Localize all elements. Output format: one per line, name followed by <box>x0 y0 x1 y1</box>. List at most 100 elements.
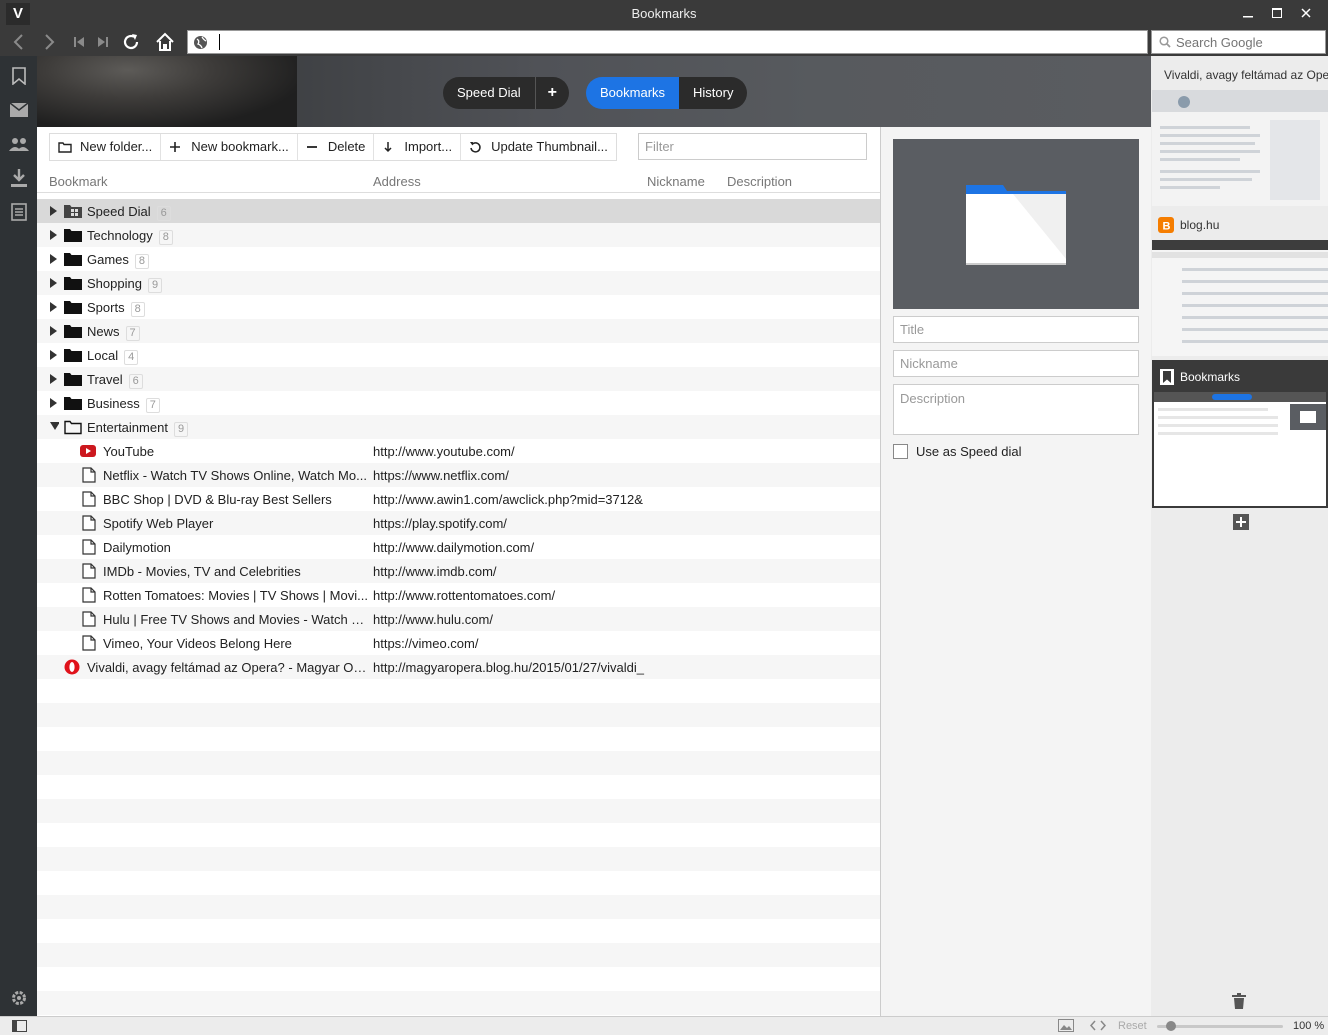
folder-row-shopping[interactable]: Shopping 9 <box>37 271 880 295</box>
zoom-reset-button[interactable]: Reset <box>1118 1020 1147 1032</box>
empty-row <box>37 775 880 799</box>
address-bar[interactable] <box>187 30 1148 54</box>
tab-vivaldi-opera[interactable]: Vivaldi, avagy feltámad az Opera? <box>1152 60 1328 206</box>
title-input[interactable] <box>894 317 1138 342</box>
bookmark-row[interactable]: Rotten Tomatoes: Movies | TV Shows | Mov… <box>37 583 880 607</box>
bookmark-name: Vimeo, Your Videos Belong Here <box>103 636 292 651</box>
empty-row <box>37 943 880 967</box>
speed-dial-checkbox[interactable] <box>893 444 908 459</box>
maximize-button[interactable] <box>1262 3 1291 23</box>
back-button[interactable] <box>6 28 32 56</box>
tab-blog-hu[interactable]: B blog.hu <box>1152 210 1328 356</box>
home-button[interactable] <box>152 28 178 56</box>
search-input[interactable] <box>1176 34 1321 50</box>
import-button[interactable]: Import... <box>374 134 462 160</box>
column-description[interactable]: Description <box>727 174 792 189</box>
collapse-arrow-icon[interactable] <box>49 421 59 433</box>
bookmark-row[interactable]: BBC Shop | DVD & Blu-ray Best Sellers ht… <box>37 487 880 511</box>
folder-row-business[interactable]: Business 7 <box>37 391 880 415</box>
new-folder-button[interactable]: New folder... <box>50 134 162 160</box>
youtube-icon <box>80 445 96 457</box>
tab-bookmarks[interactable]: Bookmarks <box>1152 360 1328 508</box>
bookmarks-panel-button[interactable] <box>9 66 29 86</box>
filter-box[interactable] <box>638 133 867 160</box>
update-thumbnail-label: Update Thumbnail... <box>491 139 608 154</box>
column-bookmark[interactable]: Bookmark <box>49 174 108 189</box>
tab-title: Bookmarks <box>1180 370 1241 384</box>
nickname-input[interactable] <box>894 351 1138 376</box>
bookmark-row[interactable]: IMDb - Movies, TV and Celebrities http:/… <box>37 559 880 583</box>
refresh-icon <box>470 141 481 153</box>
bookmark-row[interactable]: Netflix - Watch TV Shows Online, Watch M… <box>37 463 880 487</box>
folder-row-local[interactable]: Local 4 <box>37 343 880 367</box>
nickname-field[interactable] <box>893 350 1139 377</box>
forward-button[interactable] <box>36 28 62 56</box>
bookmark-name: Vivaldi, avagy feltámad az Opera? - Magy… <box>87 660 369 675</box>
expand-arrow-icon[interactable] <box>49 349 59 361</box>
bookmark-row[interactable]: Dailymotion http://www.dailymotion.com/ <box>37 535 880 559</box>
bookmark-toolbar: New folder... New bookmark... Delete Imp… <box>49 133 617 161</box>
rewind-button[interactable] <box>66 28 92 56</box>
trash-button[interactable] <box>1232 993 1246 1009</box>
bookmark-row[interactable]: YouTube http://www.youtube.com/ <box>37 439 880 463</box>
folder-row-news[interactable]: News 7 <box>37 319 880 343</box>
expand-arrow-icon[interactable] <box>49 301 59 313</box>
column-nickname[interactable]: Nickname <box>647 174 705 189</box>
speed-dial-option[interactable]: Use as Speed dial <box>893 444 1022 459</box>
contacts-panel-button[interactable] <box>9 134 29 154</box>
folder-preview-icon <box>966 185 1066 265</box>
speed-dial-tab[interactable]: Speed Dial <box>443 77 535 109</box>
expand-arrow-icon[interactable] <box>49 373 59 385</box>
address-input[interactable] <box>218 33 1138 51</box>
expand-arrow-icon[interactable] <box>49 229 59 241</box>
history-tab[interactable]: History <box>679 77 748 109</box>
close-window-button[interactable] <box>1291 3 1320 23</box>
notes-panel-button[interactable] <box>9 202 29 222</box>
mail-panel-button[interactable] <box>9 100 29 120</box>
toggle-panel-button[interactable] <box>12 1020 27 1032</box>
expand-arrow-icon[interactable] <box>49 397 59 409</box>
bookmark-row[interactable]: Hulu | Free TV Shows and Movies - Watch … <box>37 607 880 631</box>
navigation-bar <box>0 28 1328 56</box>
folder-row-games[interactable]: Games 8 <box>37 247 880 271</box>
add-speed-dial-button[interactable]: + <box>534 77 569 109</box>
minimize-button[interactable] <box>1233 3 1262 23</box>
empty-row <box>37 871 880 895</box>
new-bookmark-button[interactable]: New bookmark... <box>161 134 298 160</box>
settings-button[interactable] <box>9 988 29 1008</box>
tab-thumbnail <box>1152 90 1328 206</box>
search-box[interactable] <box>1151 30 1326 54</box>
folder-name: Local <box>87 348 119 363</box>
description-field[interactable] <box>893 384 1139 435</box>
new-tab-button[interactable] <box>1233 514 1249 530</box>
delete-button[interactable]: Delete <box>298 134 375 160</box>
update-thumbnail-button[interactable]: Update Thumbnail... <box>461 134 616 160</box>
new-bookmark-label: New bookmark... <box>191 139 289 154</box>
expand-arrow-icon[interactable] <box>49 277 59 289</box>
images-toggle-button[interactable] <box>1058 1019 1074 1032</box>
folder-row-technology[interactable]: Technology 8 <box>37 223 880 247</box>
folder-row-travel[interactable]: Travel 6 <box>37 367 880 391</box>
expand-arrow-icon[interactable] <box>49 253 59 265</box>
column-address[interactable]: Address <box>373 174 421 189</box>
folder-row-sports[interactable]: Sports 8 <box>37 295 880 319</box>
bookmark-row[interactable]: Vimeo, Your Videos Belong Here https://v… <box>37 631 880 655</box>
filter-input[interactable] <box>639 134 866 159</box>
fast-forward-button[interactable] <box>90 28 116 56</box>
reload-button[interactable] <box>118 28 144 56</box>
expand-arrow-icon[interactable] <box>49 325 59 337</box>
downloads-panel-button[interactable] <box>9 168 29 188</box>
bookmark-row[interactable]: Vivaldi, avagy feltámad az Opera? - Magy… <box>37 655 880 679</box>
zoom-slider-handle[interactable] <box>1166 1021 1176 1031</box>
folder-row-entertainment[interactable]: Entertainment 9 <box>37 415 880 439</box>
page-actions-button[interactable] <box>1089 1019 1107 1032</box>
bookmark-row[interactable]: Spotify Web Player https://play.spotify.… <box>37 511 880 535</box>
description-textarea[interactable] <box>894 385 1138 434</box>
text-caret <box>219 34 220 50</box>
bookmark-address: http://www.imdb.com/ <box>373 564 497 579</box>
bookmarks-tab[interactable]: Bookmarks <box>586 77 680 109</box>
close-icon <box>1300 8 1311 18</box>
expand-arrow-icon[interactable] <box>49 205 59 217</box>
title-field[interactable] <box>893 316 1139 343</box>
folder-row-speed-dial[interactable]: Speed Dial 6 <box>37 199 880 223</box>
